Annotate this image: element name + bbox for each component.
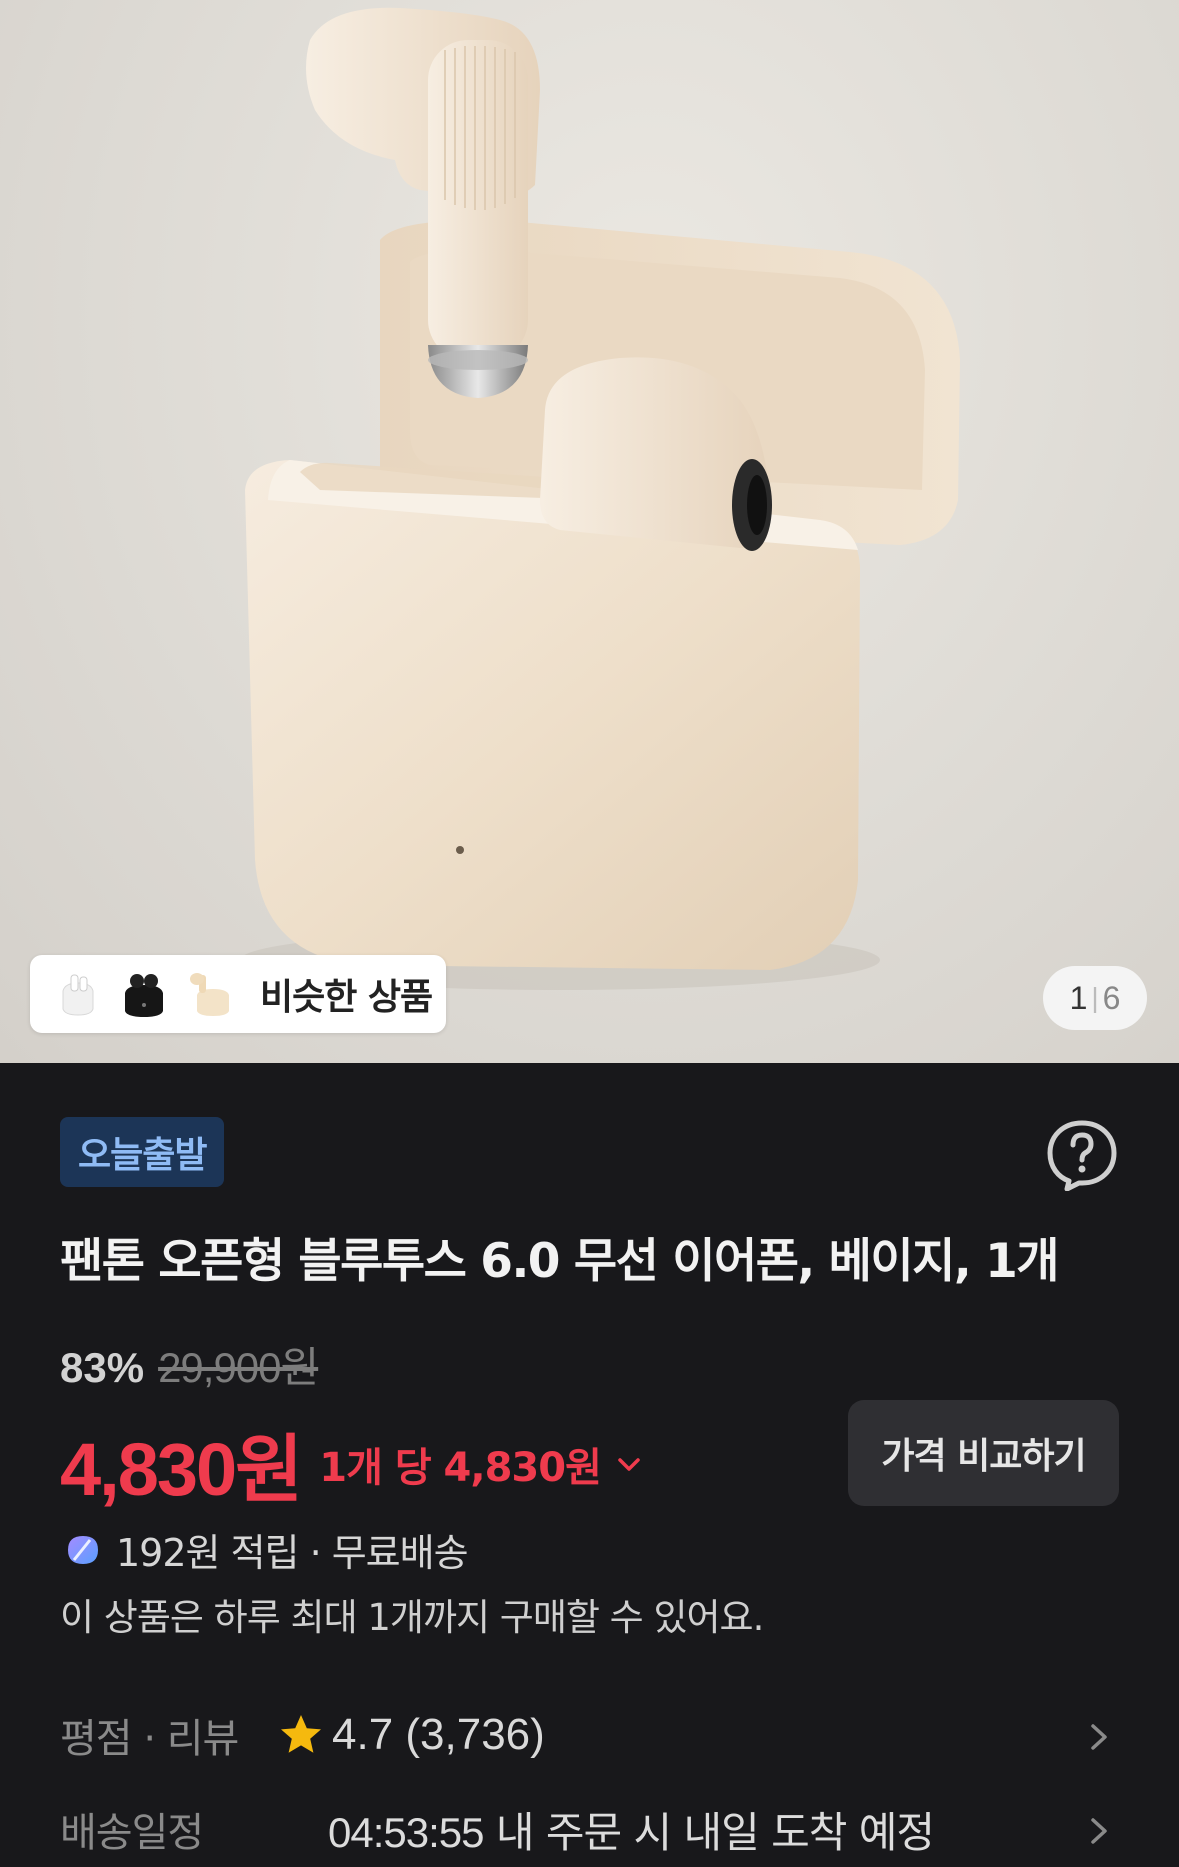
rating-value: 4.7 (3,736) bbox=[332, 1710, 545, 1759]
unit-price[interactable]: 1개 당 4,830원 bbox=[319, 1435, 602, 1493]
discount-row: 83% 29,900원 bbox=[60, 1334, 319, 1395]
today-dispatch-badge: 오늘출발 bbox=[60, 1117, 225, 1187]
discount-rate: 83% bbox=[60, 1344, 145, 1391]
chevron-down-icon[interactable] bbox=[615, 1450, 643, 1478]
product-title: 팬톤 오픈형 블루투스 6.0 무선 이어폰, 베이지, 1개 bbox=[60, 1234, 1060, 1289]
product-image-gallery[interactable]: 비슷한 상품 1 | 6 bbox=[0, 0, 1179, 1063]
star-icon bbox=[281, 1715, 321, 1753]
coupay-points-icon bbox=[68, 1535, 98, 1564]
beige-earbuds-thumb bbox=[182, 966, 238, 1022]
sale-price: 4,830원 bbox=[60, 1428, 303, 1511]
delivery-label: 배송일정 bbox=[60, 1810, 204, 1856]
rating-label: 평점 · 리뷰 bbox=[60, 1716, 239, 1762]
similar-products-chip[interactable]: 비슷한 상품 bbox=[30, 955, 446, 1033]
chevron-right-icon[interactable] bbox=[1087, 1816, 1111, 1846]
rating-review-row[interactable]: 평점 · 리뷰 4.7 (3,736) bbox=[60, 1700, 1119, 1770]
delivery-schedule-row[interactable]: 배송일정 04:53:55 내 주문 시 내일 도착 예정 bbox=[60, 1794, 1119, 1864]
chevron-right-icon[interactable] bbox=[1087, 1722, 1111, 1752]
price-row: 4,830원 1개 당 4,830원 bbox=[60, 1410, 643, 1517]
delivery-countdown: 04:53:55 bbox=[328, 1808, 484, 1856]
original-price: 29,900원 bbox=[158, 1344, 319, 1391]
image-counter-divider: | bbox=[1091, 982, 1099, 1013]
black-earbuds-thumb bbox=[116, 966, 172, 1022]
delivery-eta-text: 내 주문 시 내일 도착 예정 bbox=[483, 1807, 935, 1857]
product-photo-earbuds-case bbox=[240, 7, 960, 990]
image-total: 6 bbox=[1102, 979, 1121, 1016]
image-counter: 1 | 6 bbox=[1043, 966, 1147, 1030]
help-circle-icon[interactable] bbox=[1045, 1117, 1119, 1191]
purchase-limit-notice: 이 상품은 하루 최대 1개까지 구매할 수 있어요. bbox=[60, 1596, 764, 1639]
price-compare-button[interactable]: 가격 비교하기 bbox=[848, 1400, 1119, 1506]
delivery-message: 04:53:55 내 주문 시 내일 도착 예정 bbox=[328, 1799, 935, 1860]
similar-products-label: 비슷한 상품 bbox=[260, 977, 433, 1018]
white-earbuds-thumb bbox=[50, 966, 106, 1022]
points-shipping-row: 192원 적립 · 무료배송 bbox=[60, 1522, 469, 1577]
points-text: 192원 적립 · 무료배송 bbox=[116, 1531, 469, 1575]
image-index: 1 bbox=[1069, 979, 1088, 1016]
